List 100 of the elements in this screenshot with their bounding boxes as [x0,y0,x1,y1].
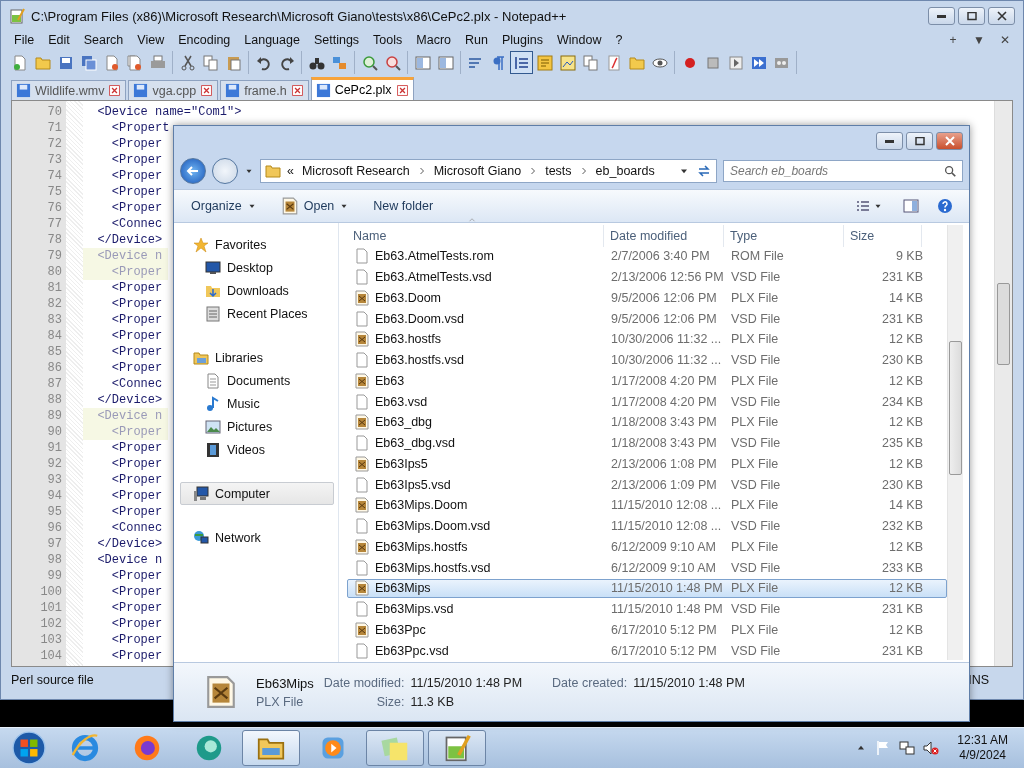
size-cell-text: 12 KB [887,622,923,637]
menu-item[interactable]: Tools [366,33,410,47]
breadcrumb-overflow[interactable]: « [285,164,296,178]
type-cell-text: VSD File [730,477,782,492]
maximize-button[interactable] [906,132,933,150]
breadcrumb-item[interactable]: Microsoft Giano [431,164,524,178]
maximize-button[interactable] [958,7,985,25]
search-field[interactable]: Search eb_boards [723,160,963,182]
menu-control[interactable]: ▼ [973,33,985,47]
nav-item[interactable]: Desktop [180,256,334,279]
menu-item[interactable]: Window [549,33,609,47]
play-icon [727,54,744,71]
menu-item[interactable]: Run [458,33,495,47]
file-row[interactable]: Eb63.AtmelTests.rom 2/7/2006 3:40 PM ROM File 9 KB [347,247,947,266]
menu-item[interactable]: Settings [306,33,367,47]
folder-icon [628,54,645,71]
file-tab[interactable]: CePc2.plx [310,77,414,100]
file-tab[interactable]: frame.h [220,80,309,100]
address-bar[interactable]: « Microsoft Research Microsoft Giano tests eb_boards [260,159,717,183]
menu-item[interactable]: Search [76,33,131,47]
column-header[interactable]: Size [844,225,922,247]
menu-item[interactable]: Encoding [171,33,238,47]
menu-item[interactable]: Plugins [494,33,550,47]
column-header[interactable]: Type [724,225,844,247]
menu-item[interactable]: Edit [41,33,77,47]
file-row[interactable]: Eb63Mips.Doom 11/15/2010 12:08 ... PLX File 14 KB [347,496,947,515]
menu-item[interactable]: Macro [409,33,459,47]
toolbar-button[interactable] [510,51,533,74]
date-cell-text: 11/15/2010 1:48 PM [610,581,724,596]
scrollbar-thumb[interactable] [997,283,1010,365]
minimize-button[interactable] [928,7,955,25]
file-row[interactable]: Eb63Mips.vsd 11/15/2010 1:48 PM VSD File 231 KB [347,599,947,619]
menu-item[interactable]: Language [237,33,307,47]
file-tab[interactable]: vga.cpp [128,80,219,100]
file-tab[interactable]: Wildlife.wmv [11,80,127,100]
close-button[interactable] [988,7,1015,25]
nav-item[interactable]: Libraries [180,346,334,369]
nav-item[interactable]: Downloads [180,279,334,302]
file-row[interactable]: Eb63Mips 11/15/2010 1:48 PM PLX File 12 KB [347,579,947,598]
file-row[interactable]: Eb63Ips5.vsd 2/13/2006 1:09 PM VSD File 230 KB [347,475,947,494]
scrollbar[interactable] [947,225,963,660]
code-line: <Proper [110,440,164,456]
file-row[interactable]: Eb63Ips5 2/13/2006 1:08 PM PLX File 12 KB [347,454,947,474]
nav-item[interactable]: Music [180,392,334,415]
file-row[interactable]: Eb63Mips.Doom.vsd 11/15/2010 12:08 ... VSD File 232 KB [347,516,947,536]
type-cell-text: PLX File [730,456,780,471]
sphere-icon [195,734,223,762]
command-button[interactable]: Organize [184,195,264,217]
file-row[interactable]: Eb63Ppc.vsd 6/17/2010 5:12 PM VSD File 231 KB [347,641,947,660]
date-cell-text: 10/30/2006 11:32 ... [610,332,723,347]
nav-item[interactable]: Computer [180,482,334,505]
nav-item[interactable]: Favorites [180,233,334,256]
stop-icon [704,54,721,71]
file-name: Eb63.hostfs.vsd [375,353,464,368]
nav-item[interactable]: Pictures [180,415,334,438]
file-row[interactable]: Eb63Mips.hostfs 6/12/2009 9:10 AM PLX File 12 KB [347,537,947,557]
code-line: <Proper [110,488,164,504]
back-button[interactable] [180,158,206,184]
file-row[interactable]: Eb63.vsd 1/17/2008 4:20 PM VSD File 234 KB [347,392,947,411]
nav-item[interactable]: Network [180,526,334,549]
command-button[interactable]: Open [273,193,357,219]
clock[interactable]: 12:31 AM 4/9/2024 [957,733,1008,763]
close-icon [395,83,409,97]
taskbar-app[interactable] [428,730,486,766]
file-row[interactable]: Eb63_dbg.vsd 1/18/2008 3:43 PM VSD File 235 KB [347,433,947,453]
file-row[interactable]: Eb63 1/17/2008 4:20 PM PLX File 12 KB [347,371,947,391]
nav-item[interactable]: Documents [180,369,334,392]
scrollbar[interactable] [994,101,1012,666]
tab-label: vga.cpp [152,83,197,98]
menu-item[interactable]: ? [608,33,630,47]
file-row[interactable]: Eb63.Doom 9/5/2006 12:06 PM PLX File 14 KB [347,288,947,308]
blank-file-icon [354,601,370,618]
file-row[interactable]: Eb63.Doom.vsd 9/5/2006 12:06 PM VSD File 231 KB [347,309,947,328]
file-row[interactable]: Eb63Ppc 6/17/2010 5:12 PM PLX File 12 KB [347,620,947,640]
line-number: 85 [46,344,63,360]
line-number: 70 [46,104,63,120]
breadcrumb-item[interactable]: Microsoft Research [299,164,412,178]
scrollbar-thumb[interactable] [949,341,962,475]
menu-control[interactable]: ✕ [999,33,1011,47]
breadcrumb-item[interactable]: eb_boards [593,164,657,178]
column-header[interactable]: Date modified [604,225,724,247]
nav-item[interactable]: Recent Places [180,302,334,325]
menu-item[interactable]: File [7,33,42,47]
file-row[interactable]: Eb63_dbg 1/18/2008 3:43 PM PLX File 12 KB [347,413,947,432]
menu-item[interactable]: View [130,33,172,47]
computer-icon [193,485,209,502]
forward-button[interactable] [212,158,238,184]
file-row[interactable]: Eb63.hostfs 10/30/2006 11:32 ... PLX File 12 KB [347,330,947,349]
taskbar-app[interactable] [242,730,300,766]
breadcrumb-item[interactable]: tests [543,164,574,178]
menu-control[interactable]: + [947,33,959,47]
nav-item[interactable]: Videos [180,438,334,461]
file-row[interactable]: Eb63.AtmelTests.vsd 2/13/2006 12:56 PM VSD File 231 KB [347,267,947,287]
file-row[interactable]: Eb63.hostfs.vsd 10/30/2006 11:32 ... VSD File 230 KB [347,350,947,370]
minimize-button[interactable] [876,132,903,150]
column-header[interactable]: Name [347,225,604,247]
file-row[interactable]: Eb63Mips.hostfs.vsd 6/12/2009 9:10 AM VSD File 233 KB [347,558,947,577]
taskbar-app[interactable] [366,730,424,766]
command-button[interactable]: New folder [366,195,441,217]
search-icon [943,164,957,178]
